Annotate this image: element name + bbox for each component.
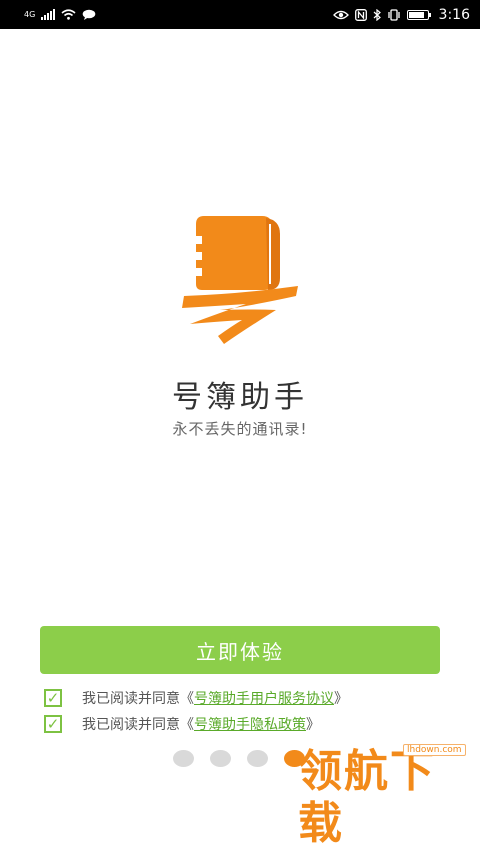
agreement-suffix: 》 xyxy=(334,691,348,707)
battery-icon xyxy=(406,9,431,20)
page-indicator xyxy=(173,750,305,767)
watermark-text: 领航下载 xyxy=(298,746,436,849)
page-dot-3[interactable] xyxy=(247,750,268,767)
nfc-icon xyxy=(354,8,367,21)
wifi-icon xyxy=(61,9,76,20)
eye-icon xyxy=(332,10,349,19)
message-icon xyxy=(82,9,96,20)
battery-fill xyxy=(408,11,424,18)
app-title: 号簿助手 xyxy=(172,380,308,415)
start-experience-button[interactable]: 立即体验 xyxy=(40,626,440,674)
watermark-site: lhdown.com xyxy=(403,744,466,756)
clock: 3:16 xyxy=(438,6,470,23)
notebook-logo-icon xyxy=(182,216,298,344)
network-type: 4G xyxy=(24,10,36,19)
signal-icon xyxy=(41,9,56,20)
agreement-row-privacy: ✓ 我已阅读并同意《 号簿助手隐私政策 》 xyxy=(44,713,320,735)
page-dot-1[interactable] xyxy=(173,750,194,767)
agreement-checkbox-privacy[interactable]: ✓ xyxy=(44,715,62,733)
bluetooth-icon xyxy=(373,8,381,21)
vibrate-icon xyxy=(387,8,400,21)
agreement-prefix: 我已阅读并同意《 xyxy=(82,717,194,733)
agreement-suffix: 》 xyxy=(306,717,320,733)
status-bar: 4G 3:16 xyxy=(0,0,480,29)
page-dot-2[interactable] xyxy=(210,750,231,767)
agreement-prefix: 我已阅读并同意《 xyxy=(82,691,194,707)
app-slogan: 永不丢失的通讯录! xyxy=(172,420,308,438)
agreement-checkbox-terms[interactable]: ✓ xyxy=(44,689,62,707)
terms-of-service-link[interactable]: 号簿助手用户服务协议 xyxy=(194,688,334,708)
agreement-row-terms: ✓ 我已阅读并同意《 号簿助手用户服务协议 》 xyxy=(44,687,348,709)
privacy-policy-link[interactable]: 号簿助手隐私政策 xyxy=(194,714,306,734)
